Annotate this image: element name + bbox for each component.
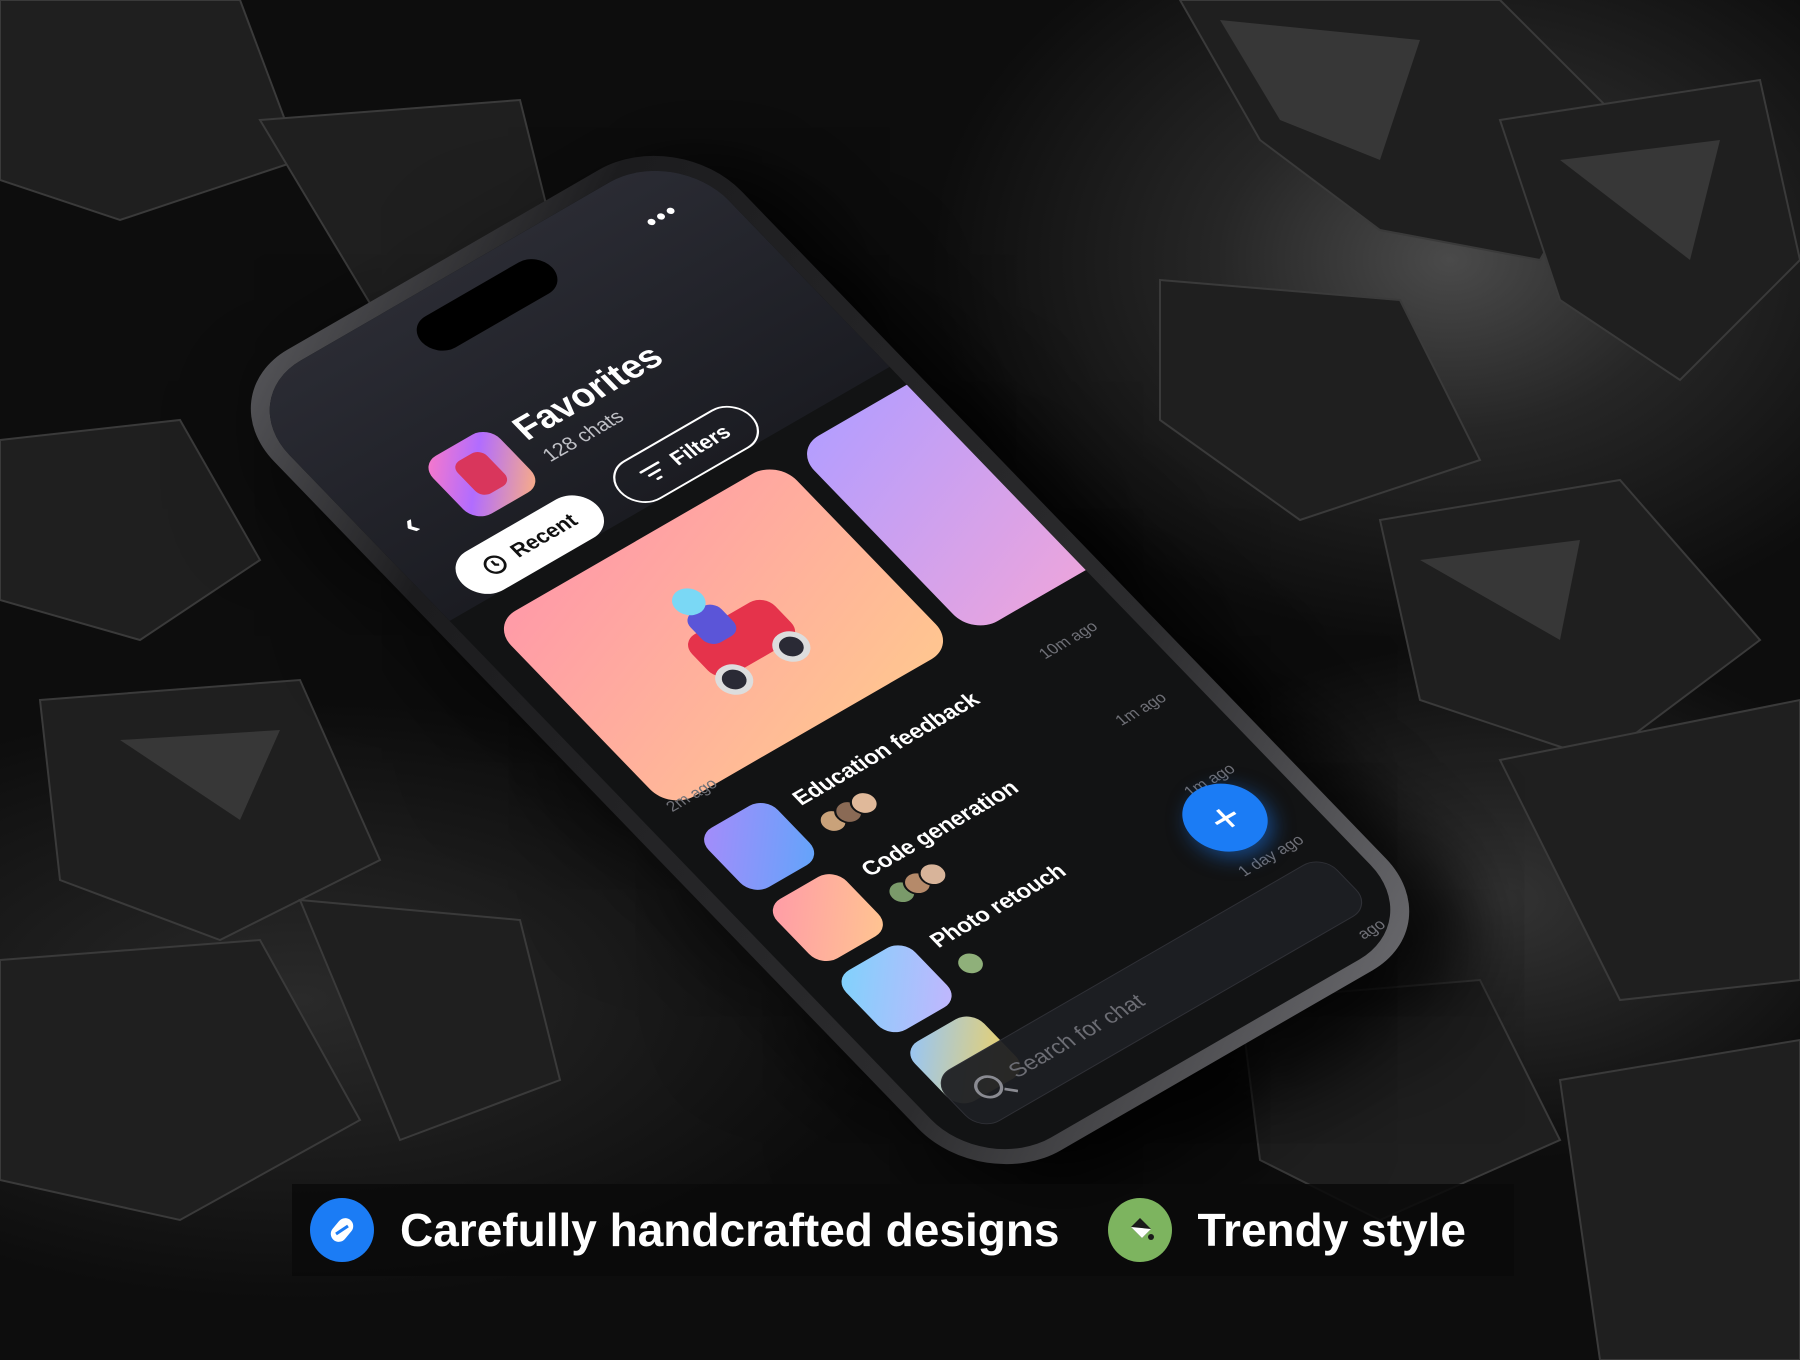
clock-icon bbox=[483, 555, 507, 574]
participant-avatars bbox=[949, 947, 992, 980]
avatar bbox=[949, 947, 992, 980]
feature-trendy-label: Trendy style bbox=[1197, 1204, 1466, 1256]
paint-bucket-icon bbox=[1107, 1198, 1172, 1262]
feature-trendy: Trendy style bbox=[1107, 1198, 1466, 1262]
filter-lines-icon bbox=[639, 461, 663, 480]
chat-time: 1m ago bbox=[1112, 689, 1171, 730]
feature-handcrafted: Carefully handcrafted designs bbox=[310, 1198, 1060, 1262]
search-icon bbox=[968, 1070, 1010, 1104]
feature-handcrafted-label: Carefully handcrafted designs bbox=[400, 1204, 1060, 1256]
kart-rider-illustration bbox=[639, 558, 820, 702]
feature-banner: Carefully handcrafted designs Trendy sty… bbox=[292, 1184, 1514, 1276]
pill-icon bbox=[310, 1198, 374, 1262]
chat-time: 10m ago bbox=[1035, 618, 1102, 663]
